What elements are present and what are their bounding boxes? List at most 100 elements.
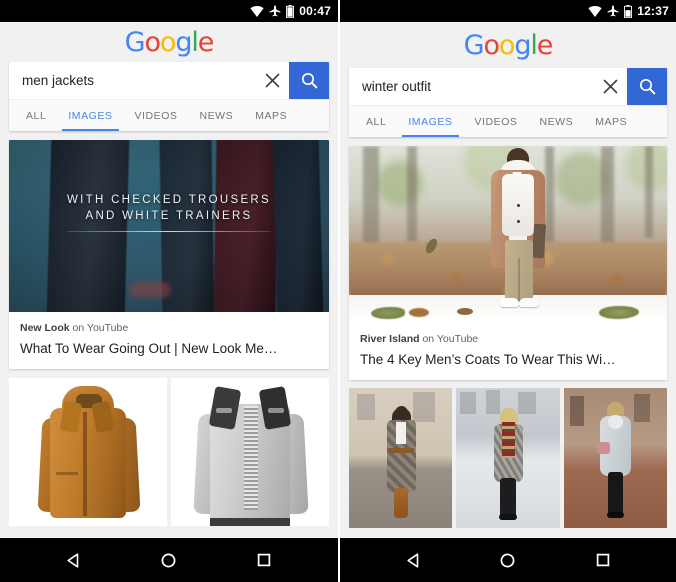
home-circle-icon: [501, 553, 515, 567]
video-title: What To Wear Going Out | New Look Me…: [20, 341, 278, 356]
video-source-suffix: on YouTube: [69, 322, 129, 334]
search-input[interactable]: [349, 68, 593, 105]
status-time: 12:37: [637, 3, 669, 18]
browser-content-right: Google ALL IMAGES VIDEOS NEWS: [340, 22, 676, 538]
thumb-art-man-in-camel-coat: [485, 148, 551, 323]
logo-letter-e: e: [536, 29, 554, 61]
figure-pink-bag: [597, 442, 611, 454]
video-result-card-right[interactable]: River Island on YouTube The 4 Key Men’s …: [349, 146, 667, 380]
video-title: The 4 Key Men’s Coats To Wear This Wi…: [360, 352, 616, 367]
video-source-name: River Island: [360, 333, 420, 345]
tab-news[interactable]: NEWS: [528, 106, 584, 137]
logo-letter-o1: o: [483, 29, 501, 61]
street-photo-3-art: [563, 388, 667, 528]
video-thumbnail-right[interactable]: [349, 146, 667, 323]
jacket-hem: [210, 518, 290, 526]
tab-all[interactable]: ALL: [355, 106, 397, 137]
person-figure: [379, 406, 423, 524]
status-time: 00:47: [299, 3, 331, 18]
android-nav-bar-left: [0, 538, 338, 582]
image-result-tile[interactable]: [171, 378, 329, 526]
status-bar-right: 12:37: [340, 0, 676, 22]
tab-images[interactable]: IMAGES: [397, 106, 463, 137]
thumb-art-tree: [645, 146, 653, 238]
figure-legs: [499, 478, 516, 518]
building-window: [569, 396, 584, 426]
figure-patterned-scarf: [501, 422, 515, 458]
street-photo-2-art: [456, 388, 560, 528]
nav-back-button[interactable]: [52, 538, 96, 582]
figure-shoe-left: [500, 298, 519, 307]
phone-right: 12:37 Google ALL IMAGES: [340, 0, 676, 582]
thumb-art-leaf: [371, 307, 405, 319]
tab-maps[interactable]: MAPS: [584, 106, 638, 137]
figure-bag: [531, 223, 547, 259]
jacket-pocket: [56, 472, 78, 475]
person-figure: [593, 402, 637, 524]
street-photo-1-art: [349, 388, 453, 528]
nav-recents-button[interactable]: [581, 538, 625, 582]
jacket-epaulette-left: [216, 408, 232, 413]
jacket-epaulette-right: [268, 408, 284, 413]
search-input[interactable]: [9, 62, 255, 99]
tab-videos[interactable]: VIDEOS: [464, 106, 529, 137]
logo-letter-e: e: [197, 26, 215, 58]
recents-square-icon: [596, 553, 609, 567]
search-tabs-right: ALL IMAGES VIDEOS NEWS MAPS: [349, 106, 667, 137]
thumb-art-tree: [407, 146, 417, 242]
logo-letter-o2: o: [498, 29, 516, 61]
thumb-art-leaf: [409, 308, 429, 317]
nav-home-button[interactable]: [147, 538, 191, 582]
search-row-right: [349, 68, 667, 106]
figure-shirt: [395, 422, 406, 444]
search-magnifier-icon: [639, 78, 655, 95]
nav-back-button[interactable]: [391, 538, 435, 582]
battery-icon: [286, 4, 295, 18]
figure-boots: [393, 488, 408, 518]
nav-home-button[interactable]: [486, 538, 530, 582]
logo-letter-o2: o: [159, 26, 177, 58]
tab-maps[interactable]: MAPS: [244, 100, 298, 131]
video-thumbnail-left[interactable]: WITH CHECKED TROUSERS AND WHITE TRAINERS: [9, 140, 329, 312]
tab-images[interactable]: IMAGES: [57, 100, 123, 131]
logo-letter-g2: g: [175, 26, 192, 58]
image-grid-left: [9, 378, 329, 526]
recents-square-icon: [258, 553, 271, 567]
tan-jacket-art: [32, 386, 144, 526]
video-result-card-left[interactable]: WITH CHECKED TROUSERS AND WHITE TRAINERS…: [9, 140, 329, 369]
wifi-icon: [250, 5, 264, 17]
thumb-art-leaf: [457, 308, 473, 315]
thumb-vignette: [9, 140, 329, 312]
google-logo-wrap-left: Google: [0, 22, 338, 62]
clear-search-button[interactable]: [593, 68, 627, 105]
nav-recents-button[interactable]: [242, 538, 286, 582]
video-caption-right: River Island on YouTube The 4 Key Men’s …: [349, 323, 667, 380]
building-window: [460, 392, 477, 414]
tab-news[interactable]: NEWS: [188, 100, 244, 131]
video-overlay-rule: [67, 231, 271, 232]
google-logo-wrap-right: Google: [340, 22, 676, 68]
search-submit-button[interactable]: [627, 68, 667, 105]
logo-letter-g2: g: [514, 29, 531, 61]
battery-icon: [624, 4, 633, 18]
figure-coat-button: [517, 220, 520, 223]
image-result-tile[interactable]: [456, 388, 560, 528]
figure-coat-button: [517, 204, 520, 207]
figure-legs: [608, 472, 624, 516]
jacket-inner-stripe: [244, 406, 258, 510]
image-result-tile[interactable]: [9, 378, 167, 526]
image-result-tile[interactable]: [349, 388, 453, 528]
video-source-suffix: on YouTube: [419, 333, 479, 345]
airplane-mode-icon: [269, 5, 281, 17]
clear-search-button[interactable]: [255, 62, 289, 99]
tab-videos[interactable]: VIDEOS: [124, 100, 189, 131]
back-triangle-icon: [407, 552, 419, 568]
search-submit-button[interactable]: [289, 62, 329, 99]
image-result-tile[interactable]: [563, 388, 667, 528]
grey-jacket-art: [190, 386, 310, 526]
figure-head: [394, 406, 408, 420]
tab-all[interactable]: ALL: [15, 100, 57, 131]
search-card-left: ALL IMAGES VIDEOS NEWS MAPS: [9, 62, 329, 131]
video-source-name: New Look: [20, 322, 70, 334]
logo-letter-g1: G: [124, 26, 146, 58]
